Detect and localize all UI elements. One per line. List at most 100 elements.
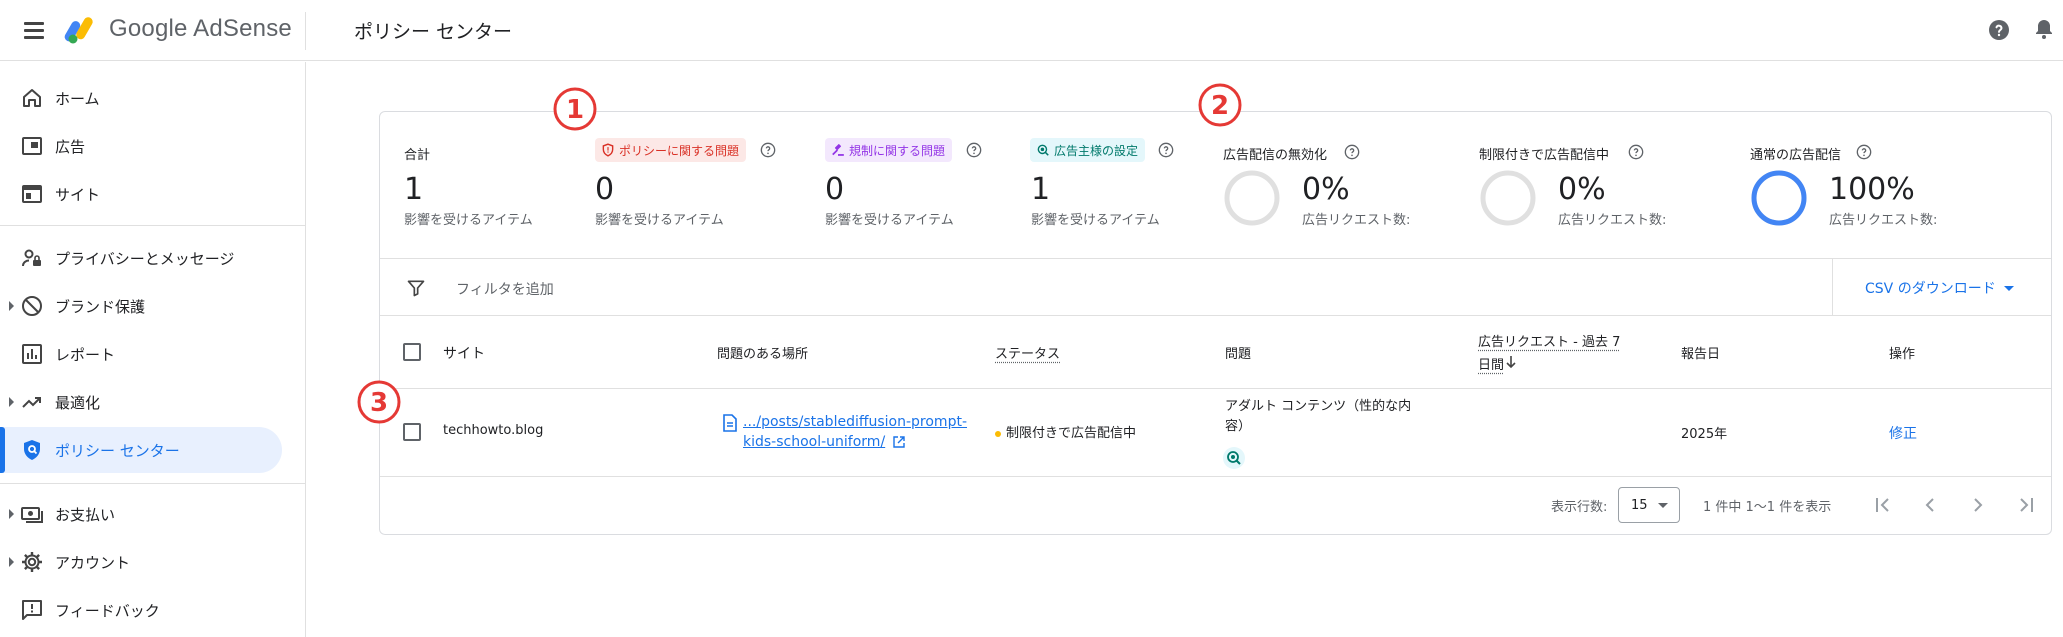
home-icon (23, 89, 41, 107)
sidebar-item-home[interactable]: ホーム (0, 75, 282, 121)
table-divider (380, 476, 2051, 477)
column-header-ad-requests[interactable]: 広告リクエスト - 過去 7 (1478, 331, 1620, 350)
annotation-marker-2: 2 (1198, 83, 1242, 127)
privacy-icon (22, 249, 41, 267)
chevron-down-icon (2003, 285, 2014, 291)
help-outline-icon[interactable] (760, 142, 776, 158)
sidebar-item-payments[interactable]: お支払い (0, 491, 282, 537)
gavel-icon (832, 144, 844, 156)
main-menu-button[interactable] (20, 17, 48, 43)
expand-arrow-icon (9, 301, 14, 311)
expand-arrow-icon (9, 509, 14, 519)
csv-download-label: CSV のダウンロード (1865, 281, 1996, 297)
adsense-logo-icon[interactable] (64, 14, 100, 46)
total-sub: 影響を受けるアイテム (404, 213, 533, 228)
help-outline-icon[interactable] (966, 142, 982, 158)
sidebar-item-label: サイト (55, 185, 101, 204)
advertiser-search-icon[interactable] (1223, 447, 1245, 469)
row-issue: アダルト コンテンツ（性的な内 容） (1225, 397, 1411, 437)
row-status-label: 制限付きで広告配信中 (1006, 426, 1137, 441)
policy-issues-chip[interactable]: ポリシーに関する問題 (595, 138, 747, 162)
brand-name[interactable]: Google AdSense (109, 15, 292, 43)
next-page-icon[interactable] (1966, 493, 1990, 517)
rows-per-page-select[interactable]: 15 (1618, 487, 1680, 523)
sidebar-item-label: 広告 (55, 137, 86, 156)
policy-summary-card: 合計 1 影響を受けるアイテム ポリシーに関する問題 0 影響を受けるアイテム … (379, 111, 2052, 535)
help-icon[interactable] (1987, 18, 2011, 42)
ad-serving-restricted-sub: 広告リクエスト数: (1558, 213, 1667, 228)
policy-issues-label: ポリシーに関する問題 (619, 143, 740, 158)
column-header-action: 操作 (1889, 347, 1916, 362)
advertiser-search-icon (1037, 144, 1049, 156)
sidebar-item-optimization[interactable]: 最適化 (0, 379, 282, 425)
sidebar-item-label: アカウント (55, 553, 131, 572)
column-header-status[interactable]: ステータス (995, 343, 1060, 362)
row-status: 制限付きで広告配信中 (995, 422, 1136, 441)
column-header-site[interactable]: サイト (443, 343, 485, 363)
gear-icon (22, 552, 42, 572)
open-in-new-icon (893, 436, 905, 448)
filter-icon[interactable] (406, 278, 426, 298)
ad-serving-normal-pct: 100% (1829, 172, 1915, 207)
advertiser-settings-chip[interactable]: 広告主様の設定 (1030, 138, 1146, 162)
fix-link[interactable]: 修正 (1889, 423, 1917, 443)
sort-arrow-down-icon[interactable] (1504, 354, 1518, 370)
sidebar-item-label: ブランド保護 (55, 297, 146, 316)
expand-arrow-icon (9, 397, 14, 407)
sidebar-item-policy-center[interactable]: ポリシー センター (0, 427, 282, 473)
row-issue-line1: アダルト コンテンツ（性的な内 (1225, 399, 1412, 414)
first-page-icon[interactable] (1871, 493, 1895, 517)
issue-location-link[interactable]: .../posts/stablediffusion-prompt- kids-s… (743, 412, 983, 452)
help-outline-icon[interactable] (1856, 144, 1872, 160)
sidebar-item-sites[interactable]: サイト (0, 171, 282, 217)
ad-serving-normal-label: 通常の広告配信 (1750, 148, 1842, 163)
filter-input[interactable]: フィルタを追加 (456, 279, 554, 299)
ad-serving-disabled-sub: 広告リクエスト数: (1302, 213, 1411, 228)
sidebar-item-feedback[interactable]: フィードバック (0, 587, 282, 633)
last-page-icon[interactable] (2014, 493, 2038, 517)
ad-serving-restricted-ring (1480, 170, 1536, 226)
regulation-issues-chip[interactable]: 規制に関する問題 (825, 138, 953, 162)
annotation-marker-1: 1 (553, 87, 597, 131)
sidebar-item-label: 最適化 (55, 393, 101, 412)
regulation-issues-value: 0 (825, 172, 845, 207)
sidebar-item-account[interactable]: アカウント (0, 539, 282, 585)
help-outline-icon[interactable] (1344, 144, 1360, 160)
sidebar-item-label: プライバシーとメッセージ (55, 249, 235, 268)
help-outline-icon[interactable] (1158, 142, 1174, 158)
select-all-checkbox[interactable] (403, 343, 421, 361)
page-title: ポリシー センター (354, 21, 513, 43)
nav-divider (0, 225, 306, 226)
column-header-report-date[interactable]: 報告日 (1681, 343, 1720, 362)
column-header-ad-requests-line2[interactable]: 日間 (1478, 354, 1504, 373)
header-divider (305, 12, 306, 50)
notifications-bell-icon[interactable] (2032, 17, 2056, 41)
sidebar-item-ads[interactable]: 広告 (0, 123, 282, 169)
shield-alert-icon (602, 143, 614, 157)
reports-icon (22, 344, 42, 364)
column-header-location[interactable]: 問題のある場所 (717, 343, 808, 362)
svg-text:2: 2 (1211, 91, 1229, 121)
sidebar-item-brand-protection[interactable]: ブランド保護 (0, 283, 282, 329)
rows-per-page-label: 表示行数: (1551, 500, 1608, 515)
sidebar-item-label: お支払い (55, 505, 116, 524)
total-label: 合計 (404, 148, 431, 163)
previous-page-icon[interactable] (1918, 493, 1942, 517)
sidebar-item-reports[interactable]: レポート (0, 331, 282, 377)
row-site: techhowto.blog (443, 423, 544, 438)
regulation-issues-sub: 影響を受けるアイテム (825, 213, 954, 228)
sidebar-item-label: ホーム (55, 89, 100, 108)
csv-download-button[interactable]: CSV のダウンロード (1865, 278, 2014, 298)
sidebar-item-label: ポリシー センター (55, 441, 180, 460)
ad-serving-restricted-pct: 0% (1558, 172, 1606, 207)
row-checkbox[interactable] (403, 423, 421, 441)
advertiser-settings-value: 1 (1031, 172, 1051, 207)
sidebar-item-privacy[interactable]: プライバシーとメッセージ (0, 235, 282, 281)
policy-issues-sub: 影響を受けるアイテム (595, 213, 724, 228)
top-app-bar: Google AdSense ポリシー センター (0, 0, 2063, 61)
status-dot-icon (995, 430, 1001, 437)
filter-bar: フィルタを追加 CSV のダウンロード (380, 258, 2051, 316)
annotation-marker-3: 3 (357, 380, 401, 424)
help-outline-icon[interactable] (1628, 144, 1644, 160)
column-header-issue[interactable]: 問題 (1225, 343, 1251, 362)
